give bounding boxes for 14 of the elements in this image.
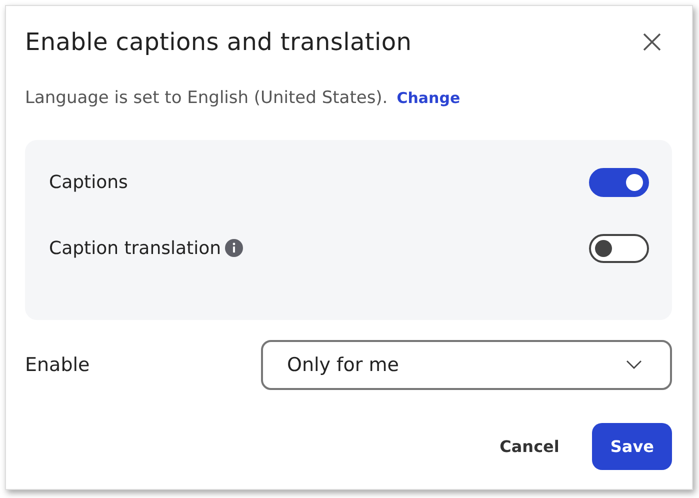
dropdown-field[interactable]: Only for me xyxy=(261,340,672,390)
toggle-switch[interactable] xyxy=(589,168,649,196)
setting-label: Captions xyxy=(49,172,128,192)
chevron-down-icon xyxy=(626,360,642,370)
toggle-switch[interactable] xyxy=(589,234,649,262)
language-text: Language is set to English (United States). xyxy=(25,88,388,108)
dialog-title: Enable captions and translation xyxy=(25,28,412,56)
close-button[interactable] xyxy=(642,32,662,52)
close-icon xyxy=(642,32,662,52)
setting-label: Caption translation xyxy=(49,238,222,258)
change-link[interactable]: Change xyxy=(396,89,460,107)
info-icon[interactable] xyxy=(225,239,244,257)
enable-label: Enable xyxy=(25,354,90,376)
save-button[interactable]: Save xyxy=(592,423,672,470)
